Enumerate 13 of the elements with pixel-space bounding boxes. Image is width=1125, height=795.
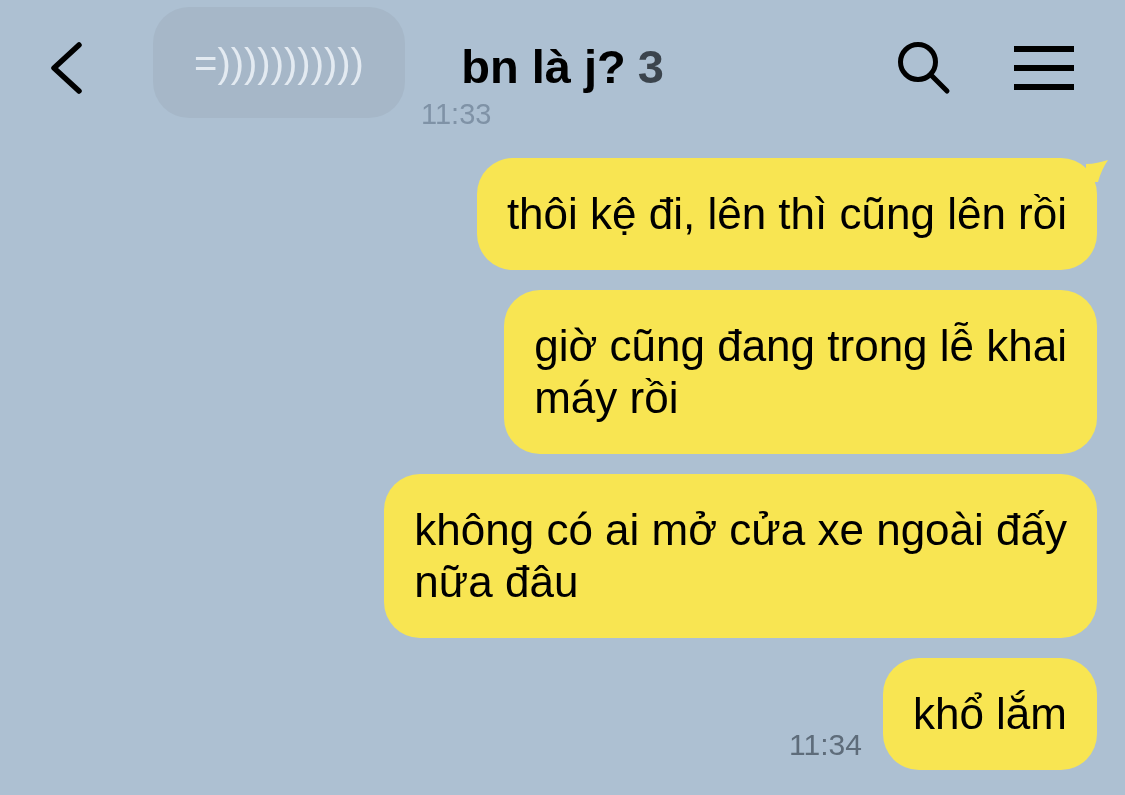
message-bubble: thôi kệ đi, lên thì cũng lên rồi — [476, 158, 1097, 270]
search-icon — [897, 40, 951, 95]
search-button[interactable] — [897, 40, 951, 95]
message-time: 11:34 — [789, 728, 862, 762]
message-bubble: giờ cũng đang trong lễ khai máy rồi — [504, 290, 1097, 454]
message-bubble: khổ lắm — [882, 658, 1097, 770]
back-icon — [48, 41, 84, 94]
chat-title: bn là j? — [461, 39, 626, 94]
member-count: 3 — [637, 39, 664, 94]
menu-icon — [1013, 43, 1075, 92]
message-bubble: =))))))))))) — [153, 7, 405, 118]
menu-button[interactable] — [1013, 43, 1075, 92]
message-bubble: không có ai mở cửa xe ngoài đấy nữa đâu — [384, 474, 1097, 638]
